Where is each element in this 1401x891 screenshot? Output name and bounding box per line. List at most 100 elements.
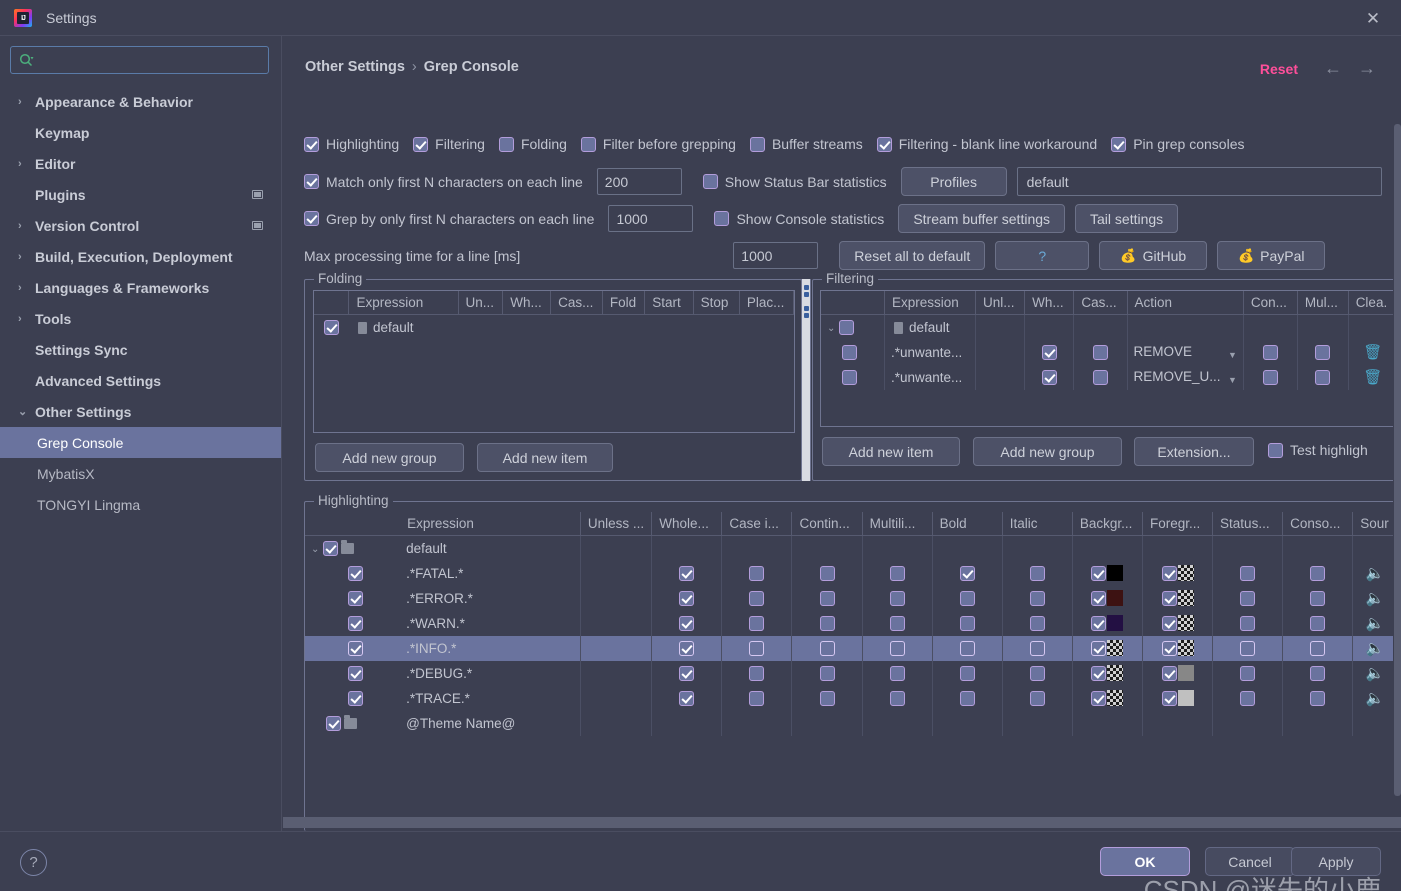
checkbox[interactable] xyxy=(679,615,695,631)
color-swatch[interactable] xyxy=(1107,590,1124,607)
filtering-extension-button[interactable]: Extension... xyxy=(1134,437,1254,466)
checkbox[interactable] xyxy=(1161,615,1177,631)
table-cell[interactable] xyxy=(862,635,933,661)
row-expression-cell[interactable]: .*unwante... xyxy=(884,364,976,390)
highlighting-col-header[interactable]: Contin... xyxy=(791,512,863,536)
table-row[interactable]: default xyxy=(314,315,794,340)
table-cell[interactable] xyxy=(862,610,933,636)
toggle-filtering[interactable]: Filtering xyxy=(413,136,499,152)
checkbox[interactable] xyxy=(819,565,835,581)
close-icon[interactable]: ✕ xyxy=(1363,8,1383,28)
arrow-left-icon[interactable]: ← xyxy=(1323,58,1343,79)
highlighting-col-header[interactable]: Multili... xyxy=(862,512,933,536)
table-row[interactable]: .*unwante... REMOVE_U... ▼ 🗑 xyxy=(821,364,1395,390)
checkbox[interactable] xyxy=(749,615,765,631)
sidebar-item-other-settings[interactable]: ⌄ Other Settings xyxy=(0,396,281,427)
show-console-stats-checkbox[interactable] xyxy=(714,211,730,226)
color-swatch[interactable] xyxy=(1107,690,1124,707)
highlighting-col-header[interactable]: Italic xyxy=(1002,512,1073,536)
checkbox[interactable] xyxy=(959,615,975,631)
toggle-buffer-streams[interactable]: Buffer streams xyxy=(749,136,877,152)
highlighting-col-header[interactable]: Bold xyxy=(932,512,1003,536)
checkbox[interactable] xyxy=(348,690,363,706)
checkbox[interactable] xyxy=(679,690,695,706)
table-row[interactable]: .*WARN.* 🔈 xyxy=(305,610,1395,636)
sound-cell[interactable]: 🔈 xyxy=(1352,635,1395,661)
row-expression-cell[interactable]: .*WARN.* xyxy=(400,610,581,636)
checkbox[interactable] xyxy=(889,565,905,581)
checkbox[interactable] xyxy=(842,369,857,385)
row-checkbox-cell[interactable] xyxy=(314,315,349,340)
table-cell[interactable] xyxy=(932,610,1003,636)
checkbox[interactable] xyxy=(1240,565,1256,581)
table-cell[interactable] xyxy=(791,660,863,686)
tail-settings-button[interactable]: Tail settings xyxy=(1075,204,1179,233)
table-cell[interactable] xyxy=(1282,660,1354,686)
row-expression-cell[interactable]: .*INFO.* xyxy=(400,635,581,661)
table-cell[interactable] xyxy=(1024,364,1075,390)
sidebar-item-build-execution-deployment[interactable]: › Build, Execution, Deployment xyxy=(0,241,281,272)
chevron-right-icon[interactable]: › xyxy=(18,313,32,325)
folding-add-new-item-button[interactable]: Add new item xyxy=(477,443,613,472)
checkbox[interactable] xyxy=(819,690,835,706)
table-cell[interactable] xyxy=(1282,685,1354,711)
table-cell[interactable] xyxy=(932,660,1003,686)
table-cell[interactable] xyxy=(932,560,1003,586)
highlighting-col-header[interactable]: Whole... xyxy=(651,512,723,536)
checkbox[interactable] xyxy=(1262,369,1278,385)
checkbox[interactable] xyxy=(348,615,363,631)
sound-cell[interactable]: 🔈 xyxy=(1353,661,1395,686)
table-cell[interactable] xyxy=(721,610,793,636)
checkbox[interactable] xyxy=(959,565,975,581)
toggle-pin-grep-consoles[interactable]: Pin grep consoles xyxy=(1111,136,1258,152)
table-cell[interactable] xyxy=(1024,339,1075,365)
toggle-highlighting[interactable]: Highlighting xyxy=(304,136,413,152)
checkbox[interactable] xyxy=(749,665,765,681)
checkbox[interactable] xyxy=(1310,615,1326,631)
background-cell[interactable] xyxy=(1072,635,1143,661)
folding-col-header[interactable]: Fold xyxy=(602,291,646,315)
color-swatch[interactable] xyxy=(1177,665,1194,682)
table-cell[interactable] xyxy=(651,660,723,686)
checkbox[interactable] xyxy=(348,590,363,606)
sidebar-item-settings-sync[interactable]: Settings Sync xyxy=(0,334,281,365)
checkbox[interactable] xyxy=(679,565,695,581)
checkbox[interactable] xyxy=(1310,665,1326,681)
table-cell[interactable] xyxy=(1002,585,1073,611)
filtering-col-header[interactable]: Cas... xyxy=(1073,291,1128,315)
table-cell[interactable] xyxy=(651,585,723,611)
scrollbar-thumb[interactable] xyxy=(1394,124,1401,796)
checkbox[interactable] xyxy=(819,640,835,656)
foreground-cell[interactable] xyxy=(1142,560,1214,586)
checkbox[interactable] xyxy=(749,590,765,606)
search-input[interactable] xyxy=(33,52,268,68)
foreground-cell[interactable] xyxy=(1142,610,1214,636)
table-cell[interactable] xyxy=(721,585,793,611)
checkbox[interactable] xyxy=(348,665,363,681)
sidebar-item-tools[interactable]: › Tools xyxy=(0,303,281,334)
checkbox[interactable] xyxy=(1091,640,1107,656)
sidebar-item-keymap[interactable]: Keymap xyxy=(0,117,281,148)
table-cell[interactable] xyxy=(791,560,863,586)
table-cell[interactable] xyxy=(721,560,793,586)
table-row[interactable]: ⌄ default xyxy=(305,535,1395,561)
row-checkbox-cell[interactable] xyxy=(821,364,885,390)
chevron-right-icon[interactable]: › xyxy=(18,96,32,108)
checkbox[interactable] xyxy=(889,640,905,656)
table-cell[interactable] xyxy=(932,685,1003,711)
checkbox[interactable] xyxy=(498,136,514,152)
filtering-col-header[interactable]: Clea. xyxy=(1348,291,1395,315)
sidebar-item-mybatisx[interactable]: MybatisX xyxy=(0,458,281,489)
checkbox[interactable] xyxy=(1161,590,1177,606)
highlighting-col-header[interactable]: Foregr... xyxy=(1142,512,1214,536)
table-cell[interactable] xyxy=(1297,364,1349,390)
checkbox[interactable] xyxy=(889,690,905,706)
color-swatch[interactable] xyxy=(1177,565,1194,582)
highlighting-col-header[interactable]: Status... xyxy=(1212,512,1284,536)
background-cell[interactable] xyxy=(1072,610,1143,636)
table-cell[interactable] xyxy=(1212,610,1284,636)
toggle-folding[interactable]: Folding xyxy=(498,136,581,152)
row-checkbox-cell[interactable] xyxy=(305,635,401,661)
sidebar-item-editor[interactable]: › Editor xyxy=(0,148,281,179)
sound-cell[interactable]: 🔈 xyxy=(1353,561,1395,586)
